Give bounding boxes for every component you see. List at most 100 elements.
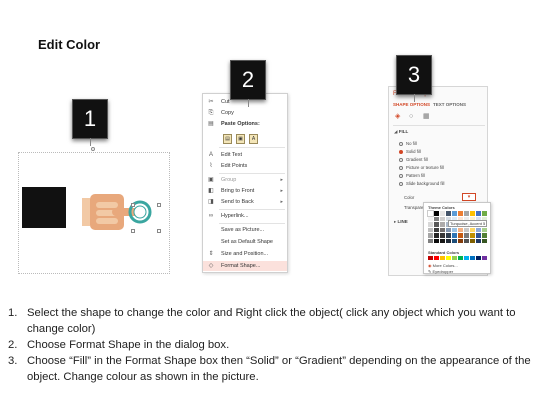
selection-handle[interactable] — [131, 203, 135, 207]
theme-color-swatch[interactable] — [427, 210, 434, 217]
menu-item-paste-options: ▤ Paste Options: — [203, 119, 287, 129]
theme-color-swatch[interactable] — [440, 211, 445, 216]
menu-item-label: Size and Position... — [221, 251, 269, 257]
tab-text-options[interactable]: TEXT OPTIONS — [433, 102, 466, 107]
theme-color-swatch[interactable] — [428, 227, 433, 232]
standard-color-swatch[interactable] — [470, 256, 475, 260]
theme-color-swatch[interactable] — [464, 233, 469, 238]
theme-color-swatch[interactable] — [470, 227, 475, 232]
paste-keep-format-icon[interactable]: ▤ — [223, 134, 232, 144]
theme-color-swatch[interactable] — [434, 238, 439, 243]
theme-color-swatch[interactable] — [440, 238, 445, 243]
theme-color-swatch[interactable] — [458, 238, 463, 243]
theme-color-swatch[interactable] — [434, 233, 439, 238]
standard-color-swatch[interactable] — [440, 256, 445, 260]
theme-color-swatch[interactable] — [446, 211, 451, 216]
theme-color-swatch[interactable] — [428, 233, 433, 238]
radio-slide-background-fill[interactable]: Slide background fill — [399, 181, 444, 186]
fill-section-header[interactable]: ◢ FILL — [394, 129, 408, 135]
menu-item-save-as-picture[interactable]: Save as Picture... — [203, 225, 287, 235]
rotate-handle[interactable] — [91, 147, 95, 151]
theme-color-swatch[interactable] — [446, 227, 451, 232]
theme-color-swatch[interactable] — [434, 211, 439, 216]
line-section-header[interactable]: ▸ LINE — [394, 219, 408, 225]
radio-no-fill[interactable]: No fill — [399, 141, 417, 146]
theme-color-swatch[interactable] — [428, 222, 433, 227]
theme-color-swatch[interactable] — [446, 238, 451, 243]
menu-item-label: Send to Back — [221, 199, 254, 205]
radio-picture-fill[interactable]: Picture or texture fill — [399, 165, 444, 170]
menu-item-hyperlink[interactable]: ∞ Hyperlink... — [203, 211, 287, 221]
standard-color-swatch[interactable] — [476, 256, 481, 260]
theme-color-swatch[interactable] — [452, 211, 457, 216]
theme-color-swatch[interactable] — [476, 227, 481, 232]
theme-color-swatch[interactable] — [476, 211, 481, 216]
selection-handle[interactable] — [131, 229, 135, 233]
theme-color-swatch[interactable] — [440, 233, 445, 238]
standard-color-swatch[interactable] — [446, 256, 451, 260]
menu-item-format-shape[interactable]: ◇ Format Shape... — [203, 261, 287, 271]
theme-color-swatch[interactable] — [482, 238, 487, 243]
menu-item-send-to-back[interactable]: ◨ Send to Back ▸ — [203, 197, 287, 207]
theme-color-swatch[interactable] — [470, 233, 475, 238]
theme-color-swatch[interactable] — [464, 238, 469, 243]
theme-color-swatch[interactable] — [464, 211, 469, 216]
color-label: Color — [404, 195, 415, 200]
theme-color-swatch[interactable] — [482, 233, 487, 238]
black-square-shape[interactable] — [22, 187, 66, 228]
theme-color-swatch[interactable] — [458, 227, 463, 232]
theme-color-swatch[interactable] — [464, 227, 469, 232]
theme-color-swatch[interactable] — [452, 233, 457, 238]
theme-color-swatch[interactable] — [446, 233, 451, 238]
menu-item-edit-points[interactable]: ⌇ Edit Points — [203, 161, 287, 171]
theme-color-swatch[interactable] — [482, 227, 487, 232]
menu-item-set-default-shape[interactable]: Set as Default Shape — [203, 237, 287, 247]
standard-color-swatch[interactable] — [482, 256, 487, 260]
menu-item-size-position[interactable]: ⇕ Size and Position... — [203, 249, 287, 259]
standard-color-swatch[interactable] — [452, 256, 457, 260]
standard-color-swatch[interactable] — [464, 256, 469, 260]
theme-color-swatch[interactable] — [428, 238, 433, 243]
theme-color-swatch[interactable] — [440, 222, 445, 227]
more-colors-link[interactable]: ◉ More Colors... — [428, 263, 458, 268]
theme-color-swatch[interactable] — [434, 222, 439, 227]
selection-handle[interactable] — [157, 203, 161, 207]
theme-color-swatch[interactable] — [434, 227, 439, 232]
size-properties-icon[interactable]: ▦ — [423, 113, 430, 120]
theme-color-swatch[interactable] — [470, 238, 475, 243]
theme-color-swatch[interactable] — [452, 238, 457, 243]
paste-text-only-icon[interactable]: A — [249, 134, 258, 144]
theme-color-swatch[interactable] — [476, 238, 481, 243]
menu-item-group[interactable]: ▣ Group ▸ — [203, 175, 287, 185]
theme-color-swatch[interactable] — [452, 227, 457, 232]
standard-color-swatch[interactable] — [428, 256, 433, 260]
theme-color-swatch[interactable] — [428, 216, 433, 221]
menu-item-copy[interactable]: ⎘ Copy — [203, 108, 287, 118]
color-picker-button[interactable]: ▾ — [462, 193, 476, 201]
theme-color-swatch[interactable] — [458, 211, 463, 216]
theme-color-swatch[interactable] — [434, 216, 439, 221]
theme-color-swatch[interactable] — [440, 227, 445, 232]
radio-solid-fill[interactable]: Solid fill — [399, 149, 421, 154]
eyedropper-link[interactable]: ✎ Eyedropper — [428, 269, 453, 274]
fill-line-icon[interactable]: ◈ — [395, 113, 402, 120]
theme-color-swatch[interactable] — [470, 211, 475, 216]
paste-picture-icon[interactable]: ▣ — [236, 134, 245, 144]
menu-item-label: Edit Points — [221, 163, 248, 169]
instruction-number: 1. — [8, 307, 18, 319]
radio-pattern-fill[interactable]: Pattern fill — [399, 173, 425, 178]
theme-color-swatch[interactable] — [458, 233, 463, 238]
standard-color-swatch[interactable] — [458, 256, 463, 260]
edit-text-icon: A — [208, 151, 213, 158]
tab-shape-options[interactable]: SHAPE OPTIONS — [393, 102, 430, 107]
radio-gradient-fill[interactable]: Gradient fill — [399, 157, 428, 162]
standard-color-swatch[interactable] — [434, 256, 439, 260]
menu-item-bring-to-front[interactable]: ◧ Bring to Front ▸ — [203, 186, 287, 196]
effects-icon[interactable]: ○ — [409, 113, 416, 120]
theme-color-swatch[interactable] — [482, 211, 487, 216]
theme-color-swatch[interactable] — [476, 233, 481, 238]
menu-item-label: Copy — [221, 110, 234, 116]
theme-color-swatch[interactable] — [440, 216, 445, 221]
menu-item-edit-text[interactable]: A Edit Text — [203, 150, 287, 160]
selection-handle[interactable] — [157, 229, 161, 233]
